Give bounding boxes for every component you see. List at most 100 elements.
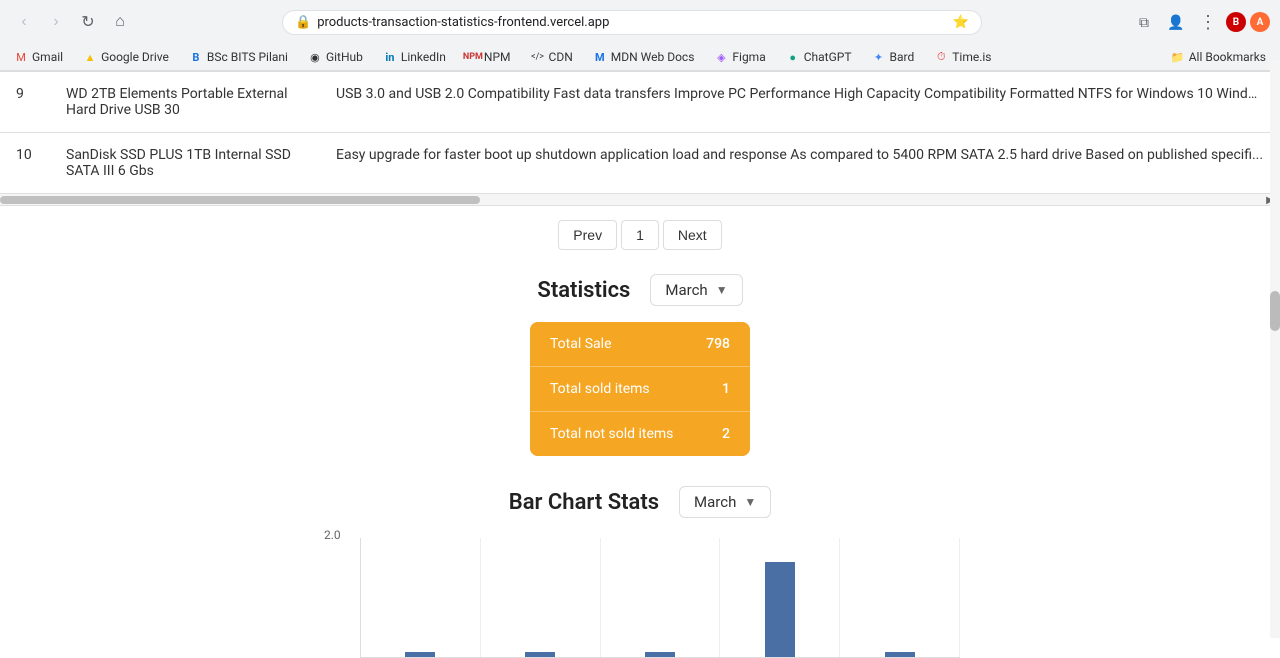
bookmark-npm[interactable]: NPM NPM	[462, 48, 515, 66]
statistics-title: Statistics	[537, 278, 630, 303]
row-number-10: 10	[16, 147, 46, 163]
chart-section-1	[361, 538, 481, 657]
browser-actions: ⧉ 👤 ⋮ B A	[1130, 8, 1270, 36]
reload-button[interactable]: ↻	[74, 8, 102, 36]
bookmark-drive-label: Google Drive	[101, 50, 169, 64]
profile-button[interactable]: 👤	[1162, 8, 1190, 36]
cdn-icon: </>	[531, 50, 545, 64]
statistics-section: Statistics March ▼ Total Sale 798 Total …	[0, 264, 1280, 476]
extensions-button[interactable]: ⧉	[1130, 8, 1158, 36]
bookmark-mdn[interactable]: M MDN Web Docs	[589, 48, 699, 66]
bookmark-timeis-label: Time.is	[952, 50, 991, 64]
table-row: 10 SanDisk SSD PLUS 1TB Internal SSD SAT…	[0, 133, 1280, 193]
bookmark-figma[interactable]: ◈ Figma	[710, 48, 769, 66]
npm-icon: NPM	[466, 50, 480, 64]
bar-2	[525, 652, 555, 657]
gmail-icon: M	[14, 50, 28, 64]
bookmark-drive[interactable]: ▲ Google Drive	[79, 48, 173, 66]
bookmark-all-label: All Bookmarks	[1189, 50, 1266, 64]
total-sold-label: Total sold items	[550, 381, 650, 397]
horizontal-scrollbar-container: ▶	[0, 194, 1280, 206]
statistics-month-label: March	[665, 281, 707, 299]
address-bar[interactable]: 🔒 products-transaction-statistics-fronte…	[282, 10, 982, 35]
row-number-9: 9	[16, 86, 46, 102]
bookmark-chatgpt[interactable]: ● ChatGPT	[782, 48, 856, 66]
bookmarks-bar: M Gmail ▲ Google Drive B BSc BITS Pilani…	[0, 44, 1280, 71]
products-table: 9 WD 2TB Elements Portable External Hard…	[0, 72, 1280, 194]
bookmark-mdn-label: MDN Web Docs	[611, 50, 695, 64]
bar-chart-title: Bar Chart Stats	[509, 490, 659, 515]
product-desc-10: Easy upgrade for faster boot up shutdown…	[336, 147, 1264, 163]
current-page[interactable]: 1	[621, 220, 659, 250]
bookmark-linkedin[interactable]: in LinkedIn	[379, 48, 450, 66]
bookmark-gmail[interactable]: M Gmail	[10, 48, 67, 66]
drive-icon: ▲	[83, 50, 97, 64]
page-content: 9 WD 2TB Elements Portable External Hard…	[0, 72, 1280, 658]
total-not-sold-row: Total not sold items 2	[530, 412, 750, 456]
back-button[interactable]: ‹	[10, 8, 38, 36]
horizontal-scrollbar[interactable]	[0, 196, 480, 204]
total-sold-value: 1	[722, 381, 730, 397]
chart-section-4	[720, 538, 840, 657]
bookmark-cdn-label: CDN	[549, 50, 573, 64]
github-icon: ◉	[308, 50, 322, 64]
bar-chart-month-dropdown[interactable]: March ▼	[679, 486, 771, 518]
bar-chart-header: Bar Chart Stats March ▼	[509, 486, 772, 518]
bookmark-timeis[interactable]: ⏱ Time.is	[930, 48, 995, 66]
bar-chart-section: Bar Chart Stats March ▼ 2.0	[0, 476, 1280, 658]
y-axis-label: 2.0	[324, 528, 341, 542]
browser-toolbar: ‹ › ↻ ⌂ 🔒 products-transaction-statistic…	[0, 0, 1280, 44]
stats-card: Total Sale 798 Total sold items 1 Total …	[530, 322, 750, 456]
pagination: Prev 1 Next	[0, 206, 1280, 264]
total-sale-row: Total Sale 798	[530, 322, 750, 367]
table-row: 9 WD 2TB Elements Portable External Hard…	[0, 72, 1280, 133]
timeis-icon: ⏱	[934, 50, 948, 64]
chevron-down-icon-2: ▼	[744, 495, 756, 509]
folder-icon: 📁	[1171, 50, 1185, 64]
bookmark-github-label: GitHub	[326, 50, 363, 64]
statistics-month-dropdown[interactable]: March ▼	[650, 274, 742, 306]
chart-section-3	[601, 538, 721, 657]
home-button[interactable]: ⌂	[106, 8, 134, 36]
bookmark-figma-label: Figma	[732, 50, 765, 64]
product-name-10: SanDisk SSD PLUS 1TB Internal SSD SATA I…	[66, 147, 316, 179]
bookmark-github[interactable]: ◉ GitHub	[304, 48, 367, 66]
chevron-down-icon: ▼	[716, 283, 728, 297]
total-sold-row: Total sold items 1	[530, 367, 750, 412]
bar-3	[645, 652, 675, 657]
total-not-sold-value: 2	[722, 426, 730, 442]
product-desc-9: USB 3.0 and USB 2.0 Compatibility Fast d…	[336, 86, 1264, 102]
product-name-9: WD 2TB Elements Portable External Hard D…	[66, 86, 316, 118]
bookmark-chatgpt-label: ChatGPT	[804, 50, 852, 64]
bar-5	[885, 652, 915, 657]
vertical-scrollbar-thumb[interactable]	[1270, 291, 1280, 331]
bookmark-bard-label: Bard	[890, 50, 915, 64]
chart-section-2	[481, 538, 601, 657]
bookmark-bard[interactable]: ✦ Bard	[868, 48, 919, 66]
bard-icon: ✦	[872, 50, 886, 64]
nav-buttons: ‹ › ↻ ⌂	[10, 8, 134, 36]
bar-1	[405, 652, 435, 657]
bar-chart-container: 2.0	[320, 528, 960, 658]
total-sale-value: 798	[706, 336, 730, 352]
total-sale-label: Total Sale	[550, 336, 612, 352]
bookmark-cdn[interactable]: </> CDN	[527, 48, 577, 66]
browser-chrome: ‹ › ↻ ⌂ 🔒 products-transaction-statistic…	[0, 0, 1280, 72]
bits-icon: B	[189, 50, 203, 64]
bookmark-bits-label: BSc BITS Pilani	[207, 50, 288, 64]
vertical-scrollbar[interactable]	[1270, 72, 1280, 638]
forward-button[interactable]: ›	[42, 8, 70, 36]
bookmark-bits[interactable]: B BSc BITS Pilani	[185, 48, 292, 66]
bar-chart-month-label: March	[694, 493, 736, 511]
menu-button[interactable]: ⋮	[1194, 8, 1222, 36]
chatgpt-icon: ●	[786, 50, 800, 64]
next-button[interactable]: Next	[663, 220, 722, 250]
figma-icon: ◈	[714, 50, 728, 64]
chart-area	[360, 538, 960, 658]
bookmark-all[interactable]: 📁 All Bookmarks	[1167, 48, 1270, 66]
prev-button[interactable]: Prev	[558, 220, 617, 250]
bookmark-npm-label: NPM	[484, 50, 511, 64]
mdn-icon: M	[593, 50, 607, 64]
total-not-sold-label: Total not sold items	[550, 426, 673, 442]
bookmark-linkedin-label: LinkedIn	[401, 50, 446, 64]
